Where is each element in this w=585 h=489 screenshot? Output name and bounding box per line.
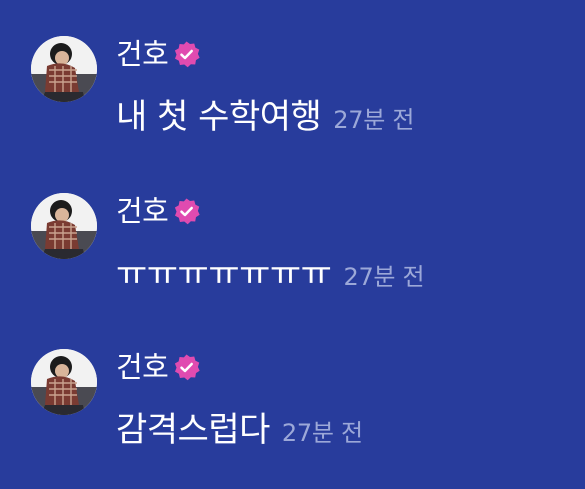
message-text: 내 첫 수학여행 bbox=[116, 97, 322, 137]
avatar-photo-icon bbox=[31, 193, 97, 259]
author-name[interactable]: 건호 bbox=[116, 347, 169, 387]
message-item: 건호 감격스럽다 27분 전 bbox=[0, 313, 585, 453]
avatar[interactable] bbox=[31, 36, 97, 102]
timestamp: 27분 전 bbox=[281, 419, 363, 447]
verified-badge-icon bbox=[175, 40, 201, 67]
timestamp: 27분 전 bbox=[343, 263, 425, 291]
message-item: 건호 ㅠㅠㅠㅠㅠㅠㅠ 27분 전 bbox=[0, 157, 585, 297]
avatar[interactable] bbox=[31, 349, 97, 415]
message-text: 감격스럽다 bbox=[116, 410, 270, 450]
verified-badge-icon bbox=[175, 353, 201, 380]
timestamp: 27분 전 bbox=[333, 106, 415, 134]
message-text: ㅠㅠㅠㅠㅠㅠㅠ bbox=[116, 254, 332, 294]
avatar[interactable] bbox=[31, 193, 97, 259]
author-name[interactable]: 건호 bbox=[116, 191, 169, 231]
avatar-photo-icon bbox=[31, 36, 97, 102]
message-item: 건호 내 첫 수학여행 27분 전 bbox=[0, 0, 585, 140]
author-name[interactable]: 건호 bbox=[116, 34, 169, 74]
verified-badge-icon bbox=[175, 197, 201, 224]
avatar-photo-icon bbox=[31, 349, 97, 415]
